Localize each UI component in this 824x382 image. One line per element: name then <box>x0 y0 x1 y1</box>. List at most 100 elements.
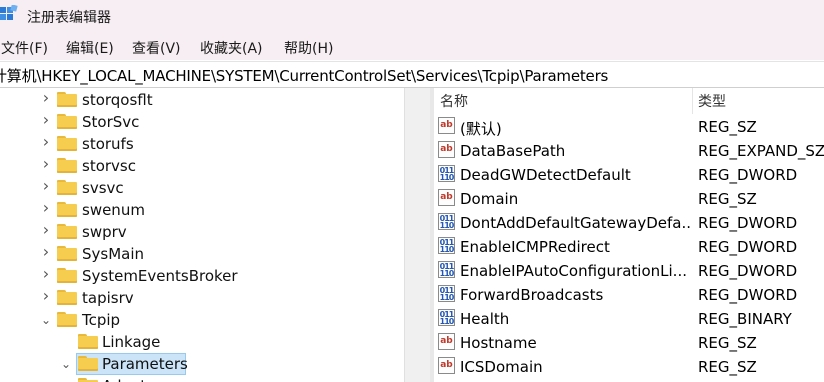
tree-item-label: svsvc <box>82 179 124 197</box>
chevron-down-icon[interactable]: ⌄ <box>40 314 52 326</box>
binary-value-icon: 011 110 <box>438 237 455 254</box>
chevron-right-icon[interactable]: › <box>40 244 52 260</box>
tree-scrollbar[interactable] <box>404 88 431 382</box>
menu-file[interactable]: 文件(F) <box>1 38 48 58</box>
tree-item[interactable]: › storufs <box>0 133 404 155</box>
address-path[interactable]: 计算机\HKEY_LOCAL_MACHINE\SYSTEM\CurrentCon… <box>0 65 608 86</box>
tree-item[interactable]: › storvsc <box>0 155 404 177</box>
tree-item[interactable]: › svsvc <box>0 177 404 199</box>
column-name-label: 名称 <box>440 94 468 110</box>
binary-value-icon: 011 110 <box>438 213 455 230</box>
tree-item[interactable]: › StorSvc <box>0 111 404 133</box>
menu-view[interactable]: 查看(V) <box>132 38 181 58</box>
binary-value-icon: 011 110 <box>438 261 455 278</box>
title-bar: 注册表编辑器 <box>0 0 824 34</box>
value-name: DontAddDefaultGatewayDefa... <box>460 214 692 232</box>
value-type: REG_DWORD <box>698 238 798 256</box>
binary-value-icon: 011 110 <box>438 285 455 302</box>
menu-help[interactable]: 帮助(H) <box>284 38 333 58</box>
tree-item[interactable]: › SysMain <box>0 243 404 265</box>
tree-item[interactable]: › swprv <box>0 221 404 243</box>
folder-icon <box>57 114 77 129</box>
tree-item[interactable]: Linkage <box>0 331 404 353</box>
key-tree[interactable]: › storqosflt › StorSvc › storufs › storvsc › svsv… <box>0 88 404 382</box>
value-row[interactable]: ab DataBasePath REG_EXPAND_SZ <box>434 139 824 163</box>
address-bar[interactable]: 计算机\HKEY_LOCAL_MACHINE\SYSTEM\CurrentCon… <box>0 61 824 88</box>
value-row[interactable]: 011 110 DontAddDefaultGatewayDefa... REG_DW… <box>434 211 824 235</box>
values-list[interactable]: 名称 类型 ab (默认) REG_SZ ab DataBasePath REG_EXPA… <box>434 88 824 382</box>
tree-item-label: storqosflt <box>82 91 153 109</box>
tree-item-label: Parameters <box>102 355 188 373</box>
tree-item-label: StorSvc <box>82 113 140 131</box>
column-header-name[interactable]: 名称 <box>434 88 693 114</box>
chevron-right-icon[interactable]: › <box>40 156 52 172</box>
tree-item[interactable]: ⌄ Parameters <box>0 353 404 375</box>
value-name: EnableICMPRedirect <box>460 238 610 256</box>
value-type: REG_DWORD <box>698 214 798 232</box>
tree-item[interactable]: ⌄ Tcpip <box>0 309 404 331</box>
value-type: REG_DWORD <box>698 262 798 280</box>
value-type: REG_SZ <box>698 334 757 352</box>
value-row[interactable]: 011 110 EnableIPAutoConfigurationLi... REG_… <box>434 259 824 283</box>
value-row[interactable]: 011 110 EnableICMPRedirect REG_DWORD <box>434 235 824 259</box>
value-name: Health <box>460 310 510 328</box>
tree-item-label: storvsc <box>82 157 136 175</box>
value-type: REG_SZ <box>698 190 757 208</box>
value-row[interactable]: ab (默认) REG_SZ <box>434 115 824 139</box>
folder-icon <box>57 246 77 261</box>
folder-icon <box>78 356 98 371</box>
window-title: 注册表编辑器 <box>27 10 111 26</box>
string-value-icon: ab <box>438 333 455 350</box>
value-row[interactable]: 011 110 ForwardBroadcasts REG_DWORD <box>434 283 824 307</box>
tree-item[interactable]: › SystemEventsBroker <box>0 265 404 287</box>
value-type: REG_SZ <box>698 118 757 136</box>
value-name: ForwardBroadcasts <box>460 286 604 304</box>
folder-icon <box>57 268 77 283</box>
folder-icon <box>57 290 77 305</box>
chevron-right-icon[interactable]: › <box>40 266 52 282</box>
tree-item[interactable]: › tapisrv <box>0 287 404 309</box>
tree-item-label: tapisrv <box>82 289 134 307</box>
tree-item[interactable]: › swenum <box>0 199 404 221</box>
chevron-down-icon[interactable]: ⌄ <box>60 358 72 370</box>
chevron-right-icon[interactable]: › <box>40 134 52 150</box>
binary-value-icon: 011 110 <box>438 309 455 326</box>
folder-icon <box>57 92 77 107</box>
value-name: ICSDomain <box>460 358 543 376</box>
string-value-icon: ab <box>438 189 455 206</box>
column-type-label: 类型 <box>698 94 726 110</box>
value-row[interactable]: 011 110 Health REG_BINARY <box>434 307 824 331</box>
tree-item-label: swenum <box>82 201 145 219</box>
value-type: REG_DWORD <box>698 166 798 184</box>
tree-item[interactable]: Adapters <box>0 375 404 382</box>
tree-item-label: Adapters <box>102 377 169 382</box>
menu-favorites[interactable]: 收藏夹(A) <box>200 38 263 58</box>
value-row[interactable]: ab Domain REG_SZ <box>434 187 824 211</box>
folder-icon <box>57 202 77 217</box>
value-name: Hostname <box>460 334 537 352</box>
chevron-right-icon[interactable]: › <box>40 288 52 304</box>
menu-edit[interactable]: 编辑(E) <box>66 38 114 58</box>
folder-icon <box>57 312 77 327</box>
tree-item-label: swprv <box>82 223 127 241</box>
chevron-right-icon[interactable]: › <box>40 90 52 106</box>
folder-icon <box>57 158 77 173</box>
value-name: Domain <box>460 190 519 208</box>
chevron-right-icon[interactable]: › <box>40 222 52 238</box>
value-type: REG_BINARY <box>698 310 792 328</box>
string-value-icon: ab <box>438 141 455 158</box>
tree-item-label: SystemEventsBroker <box>82 267 238 285</box>
binary-value-icon: 011 110 <box>438 165 455 182</box>
chevron-right-icon[interactable]: › <box>40 112 52 128</box>
tree-item[interactable]: › storqosflt <box>0 89 404 111</box>
folder-icon <box>78 378 98 382</box>
chevron-right-icon[interactable]: › <box>40 178 52 194</box>
chevron-right-icon[interactable]: › <box>40 200 52 216</box>
folder-icon <box>78 334 98 349</box>
menu-bar: 文件(F) 编辑(E) 查看(V) 收藏夹(A) 帮助(H) <box>0 34 824 60</box>
column-header-type[interactable]: 类型 <box>693 88 824 114</box>
value-row[interactable]: ab ICSDomain REG_SZ <box>434 355 824 379</box>
value-row[interactable]: 011 110 DeadGWDetectDefault REG_DWORD <box>434 163 824 187</box>
tree-item-label: Linkage <box>102 333 161 351</box>
value-row[interactable]: ab Hostname REG_SZ <box>434 331 824 355</box>
